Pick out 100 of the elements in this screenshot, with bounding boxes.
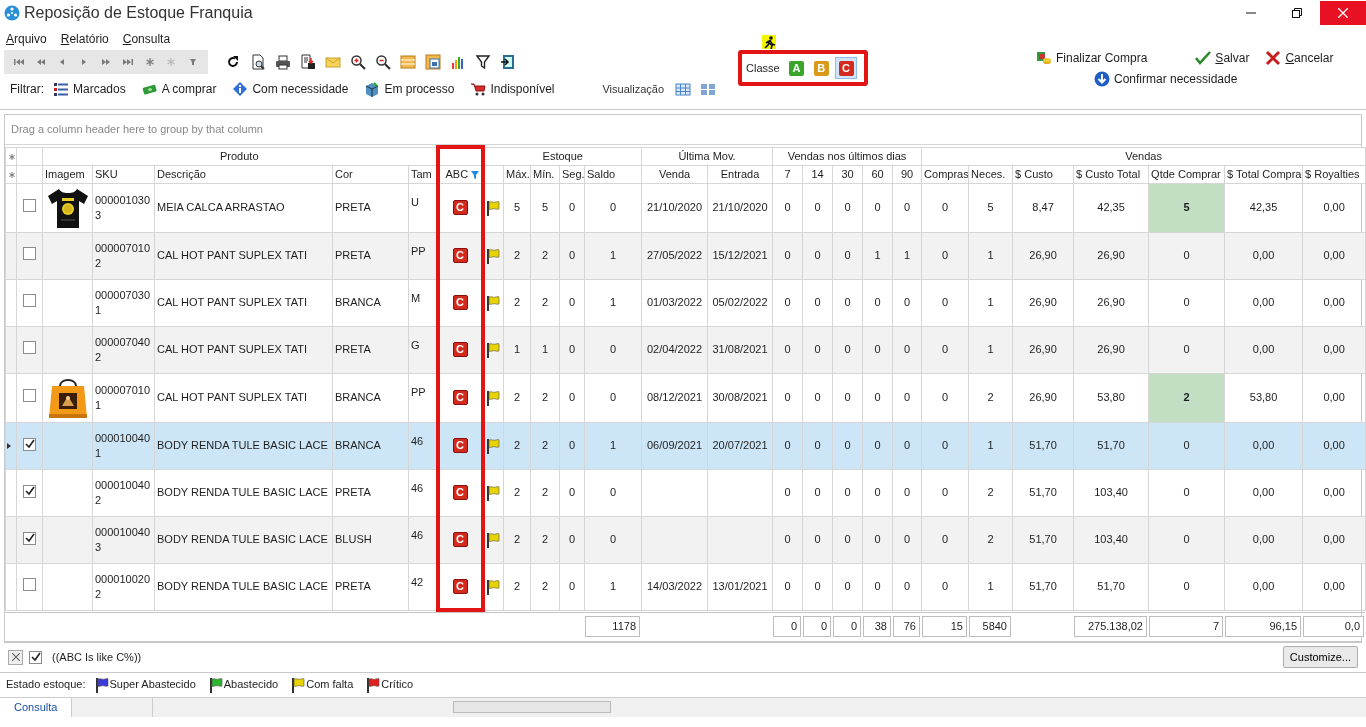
table-cell: 0 <box>832 563 863 610</box>
table-cell: 26,90 <box>1073 326 1149 373</box>
table-cell: 0 <box>584 516 642 563</box>
table-cell: 0 <box>772 373 803 422</box>
table-cell: 1 <box>584 563 642 610</box>
checkbox[interactable] <box>23 577 36 591</box>
table-cell: 0000100401 <box>92 422 155 469</box>
total-field: 7 <box>1149 616 1223 638</box>
filter-button[interactable]: Com necessidade <box>231 80 350 98</box>
save-button[interactable]: Salvar <box>1195 49 1250 67</box>
legend-text: Com falta <box>306 677 354 693</box>
checkbox[interactable] <box>23 388 36 402</box>
table-cell: 0000070402 <box>92 326 155 373</box>
table-cell: PRETA <box>332 469 409 516</box>
exit-icon <box>499 54 516 70</box>
table-cell: 0,00 <box>1302 183 1366 232</box>
checkbox[interactable] <box>23 198 36 212</box>
info-icon <box>232 81 249 97</box>
class-label: Classe <box>746 60 780 76</box>
table-cell: 0 <box>1148 563 1225 610</box>
confirm-button[interactable]: Confirmar necessidade <box>1094 70 1238 88</box>
table-cell: 1 <box>968 563 1013 610</box>
checkbox[interactable] <box>23 340 36 354</box>
menu-item[interactable]: Consulta <box>120 30 173 48</box>
table-cell: 1 <box>584 422 642 469</box>
table-cell: 5 <box>503 183 531 232</box>
checkbox[interactable] <box>23 531 36 545</box>
table-cell: 05/02/2022 <box>707 279 773 326</box>
filter-button[interactable]: Marcados <box>52 80 127 98</box>
grid-icon <box>674 81 691 97</box>
filter-button[interactable]: Indisponível <box>469 80 556 98</box>
close-icon <box>11 653 20 661</box>
table-cell: 0 <box>832 469 863 516</box>
cancel-button[interactable]: Cancelar <box>1265 49 1334 67</box>
asterisk-icon <box>8 170 16 179</box>
abc-badge: C <box>452 532 468 548</box>
table-cell: 0 <box>1148 469 1225 516</box>
table-cell: MEIA CALCA ARRASTAO <box>154 183 333 232</box>
customize-button[interactable]: Customize... <box>1282 645 1358 669</box>
table-cell: 0 <box>892 183 922 232</box>
table-cell: 27/05/2022 <box>641 232 708 279</box>
table-cell: 0 <box>1148 279 1225 326</box>
clear-filter-button[interactable] <box>8 649 23 665</box>
table-cell: 2 <box>1148 373 1225 422</box>
legend-label: Estado estoque: <box>6 677 86 693</box>
table-cell: 0 <box>921 373 969 422</box>
checkbox[interactable] <box>23 484 36 498</box>
checkbox[interactable] <box>23 246 36 260</box>
filter-checkbox[interactable] <box>29 650 42 664</box>
table-cell: 0 <box>772 563 803 610</box>
table-cell: 0,00 <box>1302 422 1366 469</box>
preview-icon <box>249 54 266 70</box>
table-cell: 1 <box>584 232 642 279</box>
total-field: 0 <box>833 616 861 638</box>
table-cell: BODY RENDA TULE BASIC LACE <box>154 422 333 469</box>
table-cell: 26,90 <box>1073 232 1149 279</box>
table-cell: 0000100202 <box>92 563 155 610</box>
table-cell: 0 <box>832 373 863 422</box>
table-cell: 2 <box>503 563 531 610</box>
table-cell: 0 <box>584 469 642 516</box>
table-cell: 2 <box>530 469 560 516</box>
checkbox[interactable] <box>23 293 36 307</box>
table-cell: 0000070102 <box>92 232 155 279</box>
table-cell: 0000010303 <box>92 183 155 232</box>
legend-text: Super Abastecido <box>109 677 196 693</box>
table-cell: 0000070301 <box>92 279 155 326</box>
table-cell: BODY RENDA TULE BASIC LACE <box>154 563 333 610</box>
table-cell: 0 <box>584 183 642 232</box>
total-field: 76 <box>893 616 920 638</box>
filter-expression[interactable]: ((ABC Is like C%)) <box>52 648 142 666</box>
table-cell: 0 <box>921 232 969 279</box>
table-cell: 0,00 <box>1302 373 1366 422</box>
zoom-out-icon <box>374 54 391 70</box>
table-cell: 26,90 <box>1012 232 1074 279</box>
table-cell: 0,00 <box>1224 469 1303 516</box>
table-cell: 21/10/2020 <box>707 183 773 232</box>
menu-item[interactable]: Relatório <box>58 30 111 48</box>
table-cell: 08/12/2021 <box>641 373 708 422</box>
table-cell: 51,70 <box>1073 563 1149 610</box>
filter-button[interactable]: Em processo <box>363 80 456 98</box>
table-cell: 0,00 <box>1224 563 1303 610</box>
checkbox[interactable] <box>23 437 36 451</box>
menu-item[interactable]: Arquivo <box>4 30 49 48</box>
filter-button[interactable]: A comprar <box>140 80 218 98</box>
finish-button[interactable]: Finalizar Compra <box>1036 49 1148 67</box>
export-icon <box>299 54 316 70</box>
table-cell: 26,90 <box>1012 373 1074 422</box>
table-cell: 5 <box>968 183 1013 232</box>
table-cell: 103,40 <box>1073 469 1149 516</box>
table-cell: 0 <box>921 422 969 469</box>
close-icon <box>1338 8 1348 18</box>
table-cell: 0 <box>892 563 922 610</box>
table-cell: 2 <box>968 516 1013 563</box>
table-cell: 0 <box>892 469 922 516</box>
column-group-header: Produto <box>42 147 438 165</box>
table-cell: 51,70 <box>1073 422 1149 469</box>
table-cell: 1 <box>968 422 1013 469</box>
status-tab[interactable]: Consulta <box>0 697 73 717</box>
column-group-header: Vendas <box>921 147 1366 165</box>
table-cell: 0 <box>802 279 833 326</box>
